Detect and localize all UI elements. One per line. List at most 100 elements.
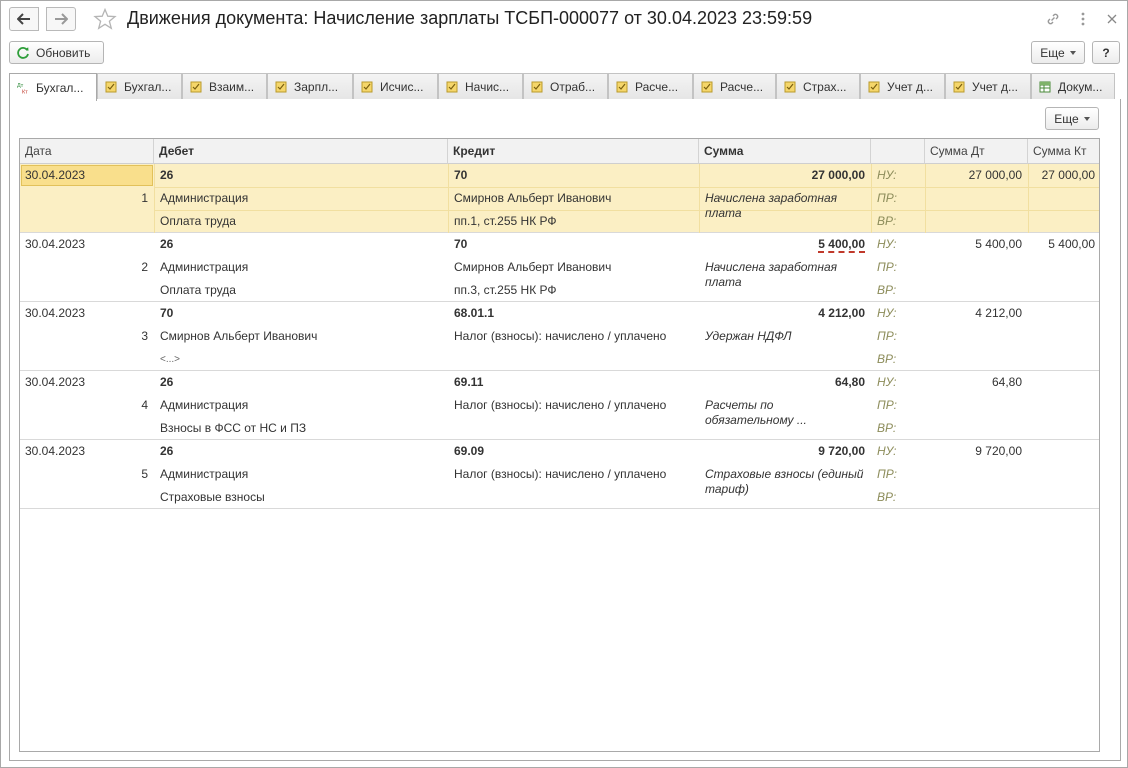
cell-credit-subconto-1[interactable]: Смирнов Альберт Иванович	[454, 187, 694, 210]
cell-sum-kt[interactable]	[1032, 371, 1095, 394]
cell-memo[interactable]: Страховые взносы (единый тариф)	[705, 467, 865, 497]
tab-register-2[interactable]: Бухгал...	[97, 73, 182, 100]
cell-debit-subconto-2[interactable]: Оплата труда	[160, 279, 440, 302]
cell-date[interactable]: 30.04.2023	[25, 302, 145, 325]
cell-credit-account[interactable]: 68.01.1	[454, 302, 694, 325]
cell-debit-subconto-2[interactable]: <...>	[160, 348, 440, 371]
forward-button[interactable]	[46, 7, 76, 31]
cell-divider	[154, 164, 155, 233]
cell-credit-subconto-2[interactable]	[454, 348, 694, 371]
cell-line-number: 5	[141, 467, 148, 481]
tab-label: Учет д...	[972, 80, 1018, 94]
cell-sum-dt[interactable]: 64,80	[930, 371, 1022, 394]
column-header-sum-kt[interactable]: Сумма Кт	[1028, 139, 1099, 164]
more-vertical-icon[interactable]	[1074, 10, 1092, 28]
link-icon[interactable]	[1044, 10, 1062, 28]
cell-credit-subconto-2[interactable]: пп.3, ст.255 НК РФ	[454, 279, 694, 302]
refresh-button[interactable]: Обновить	[9, 41, 104, 64]
cell-date[interactable]: 30.04.2023	[25, 233, 145, 256]
cell-credit-subconto-2[interactable]	[454, 486, 694, 509]
cell-debit-account[interactable]: 26	[160, 440, 440, 463]
help-button[interactable]: ?	[1092, 41, 1120, 64]
cell-debit-subconto-1[interactable]: Администрация	[160, 187, 440, 210]
tab-register-3[interactable]: Взаим...	[182, 73, 267, 100]
cell-memo[interactable]: Удержан НДФЛ	[705, 329, 865, 344]
favorite-star-icon[interactable]	[93, 8, 117, 30]
cell-sum-dt[interactable]: 9 720,00	[930, 440, 1022, 463]
cell-date[interactable]: 30.04.2023	[25, 440, 145, 463]
chevron-down-icon	[1083, 116, 1090, 121]
cell-memo[interactable]: Начислена заработная плата	[705, 191, 865, 221]
tab-register-10[interactable]: Страх...	[776, 73, 860, 100]
grid-more-menu-button[interactable]: Еще	[1045, 107, 1099, 130]
column-header-credit[interactable]: Кредит	[448, 139, 699, 164]
accounting-entries-table[interactable]: Дата Дебет Кредит Сумма Сумма Дт Сумма К…	[19, 138, 1100, 752]
register-icon	[616, 81, 628, 93]
tab-register-11[interactable]: Учет д...	[860, 73, 945, 100]
cell-debit-subconto-1[interactable]: Смирнов Альберт Иванович	[160, 325, 440, 348]
cell-sum-dt[interactable]: 27 000,00	[930, 164, 1022, 187]
cell-debit-subconto-1[interactable]: Администрация	[160, 463, 440, 486]
cell-sum[interactable]: 5 400,00	[704, 233, 865, 256]
cell-credit-account[interactable]: 69.09	[454, 440, 694, 463]
cell-sum-kt[interactable]	[1032, 302, 1095, 325]
more-menu-button[interactable]: Еще	[1031, 41, 1085, 64]
tab-register-5[interactable]: Исчис...	[353, 73, 438, 100]
column-header-sum[interactable]: Сумма	[699, 139, 871, 164]
cell-debit-account[interactable]: 26	[160, 233, 440, 256]
cell-credit-account[interactable]: 70	[454, 164, 694, 187]
cell-credit-subconto-2[interactable]	[454, 417, 694, 440]
column-header-debit[interactable]: Дебет	[154, 139, 448, 164]
table-row[interactable]: 30.04.2023 1 26 Администрация Оплата тру…	[20, 164, 1099, 233]
cell-date[interactable]: 30.04.2023	[25, 371, 145, 394]
cell-sum[interactable]: 4 212,00	[704, 302, 865, 325]
cell-sum[interactable]: 64,80	[704, 371, 865, 394]
cell-memo[interactable]: Расчеты по обязательному ...	[705, 398, 865, 428]
tab-register-8[interactable]: Расче...	[608, 73, 693, 100]
cell-credit-subconto-1[interactable]: Налог (взносы): начислено / уплачено	[454, 394, 694, 417]
cell-line-number: 4	[141, 398, 148, 412]
close-icon[interactable]	[1103, 10, 1121, 28]
refresh-icon	[17, 46, 29, 59]
cell-sum-dt[interactable]: 5 400,00	[930, 233, 1022, 256]
cell-date[interactable]: 30.04.2023	[25, 164, 145, 187]
cell-memo[interactable]: Начислена заработная плата	[705, 260, 865, 290]
cell-debit-subconto-2[interactable]: Взносы в ФСС от НС и ПЗ	[160, 417, 440, 440]
cell-debit-subconto-2[interactable]: Оплата труда	[160, 210, 440, 233]
cell-credit-account[interactable]: 69.11	[454, 371, 694, 394]
table-row[interactable]: 30.04.2023 2 26 Администрация Оплата тру…	[20, 233, 1099, 302]
column-header-sum-dt[interactable]: Сумма Дт	[925, 139, 1028, 164]
cell-sum-kt[interactable]	[1032, 440, 1095, 463]
cell-debit-subconto-1[interactable]: Администрация	[160, 256, 440, 279]
tab-register-9[interactable]: Расче...	[693, 73, 776, 100]
cell-sum-dt[interactable]: 4 212,00	[930, 302, 1022, 325]
cell-credit-subconto-1[interactable]: Налог (взносы): начислено / уплачено	[454, 463, 694, 486]
cell-sum[interactable]: 9 720,00	[704, 440, 865, 463]
cell-sum-kt[interactable]: 27 000,00	[1032, 164, 1095, 187]
cell-debit-account[interactable]: 26	[160, 164, 440, 187]
tab-register-6[interactable]: Начис...	[438, 73, 523, 100]
document-movements-window: Движения документа: Начисление зарплаты …	[0, 0, 1128, 768]
cell-sum[interactable]: 27 000,00	[704, 164, 865, 187]
table-row[interactable]: 30.04.2023 3 70 Смирнов Альберт Иванович…	[20, 302, 1099, 371]
column-header-date[interactable]: Дата	[20, 139, 154, 164]
cell-credit-subconto-2[interactable]: пп.1, ст.255 НК РФ	[454, 210, 694, 233]
tab-register-4[interactable]: Зарпл...	[267, 73, 353, 100]
tab-label: Исчис...	[380, 80, 424, 94]
table-row[interactable]: 30.04.2023 5 26 Администрация Страховые …	[20, 440, 1099, 509]
tab-accounting-entries[interactable]: Дт Кт Бухгал...	[9, 73, 97, 101]
cell-debit-account[interactable]: 26	[160, 371, 440, 394]
cell-credit-subconto-1[interactable]: Смирнов Альберт Иванович	[454, 256, 694, 279]
cell-debit-subconto-1[interactable]: Администрация	[160, 394, 440, 417]
table-row[interactable]: 30.04.2023 4 26 Администрация Взносы в Ф…	[20, 371, 1099, 440]
cell-debit-account[interactable]: 70	[160, 302, 440, 325]
tab-register-12[interactable]: Учет д...	[945, 73, 1031, 100]
column-header-tax-type[interactable]	[871, 139, 925, 164]
cell-debit-subconto-2[interactable]: Страховые взносы	[160, 486, 440, 509]
back-button[interactable]	[9, 7, 39, 31]
cell-credit-subconto-1[interactable]: Налог (взносы): начислено / уплачено	[454, 325, 694, 348]
tab-register-7[interactable]: Отраб...	[523, 73, 608, 100]
cell-sum-kt[interactable]: 5 400,00	[1032, 233, 1095, 256]
tab-documents[interactable]: Докум...	[1031, 73, 1115, 100]
cell-credit-account[interactable]: 70	[454, 233, 694, 256]
